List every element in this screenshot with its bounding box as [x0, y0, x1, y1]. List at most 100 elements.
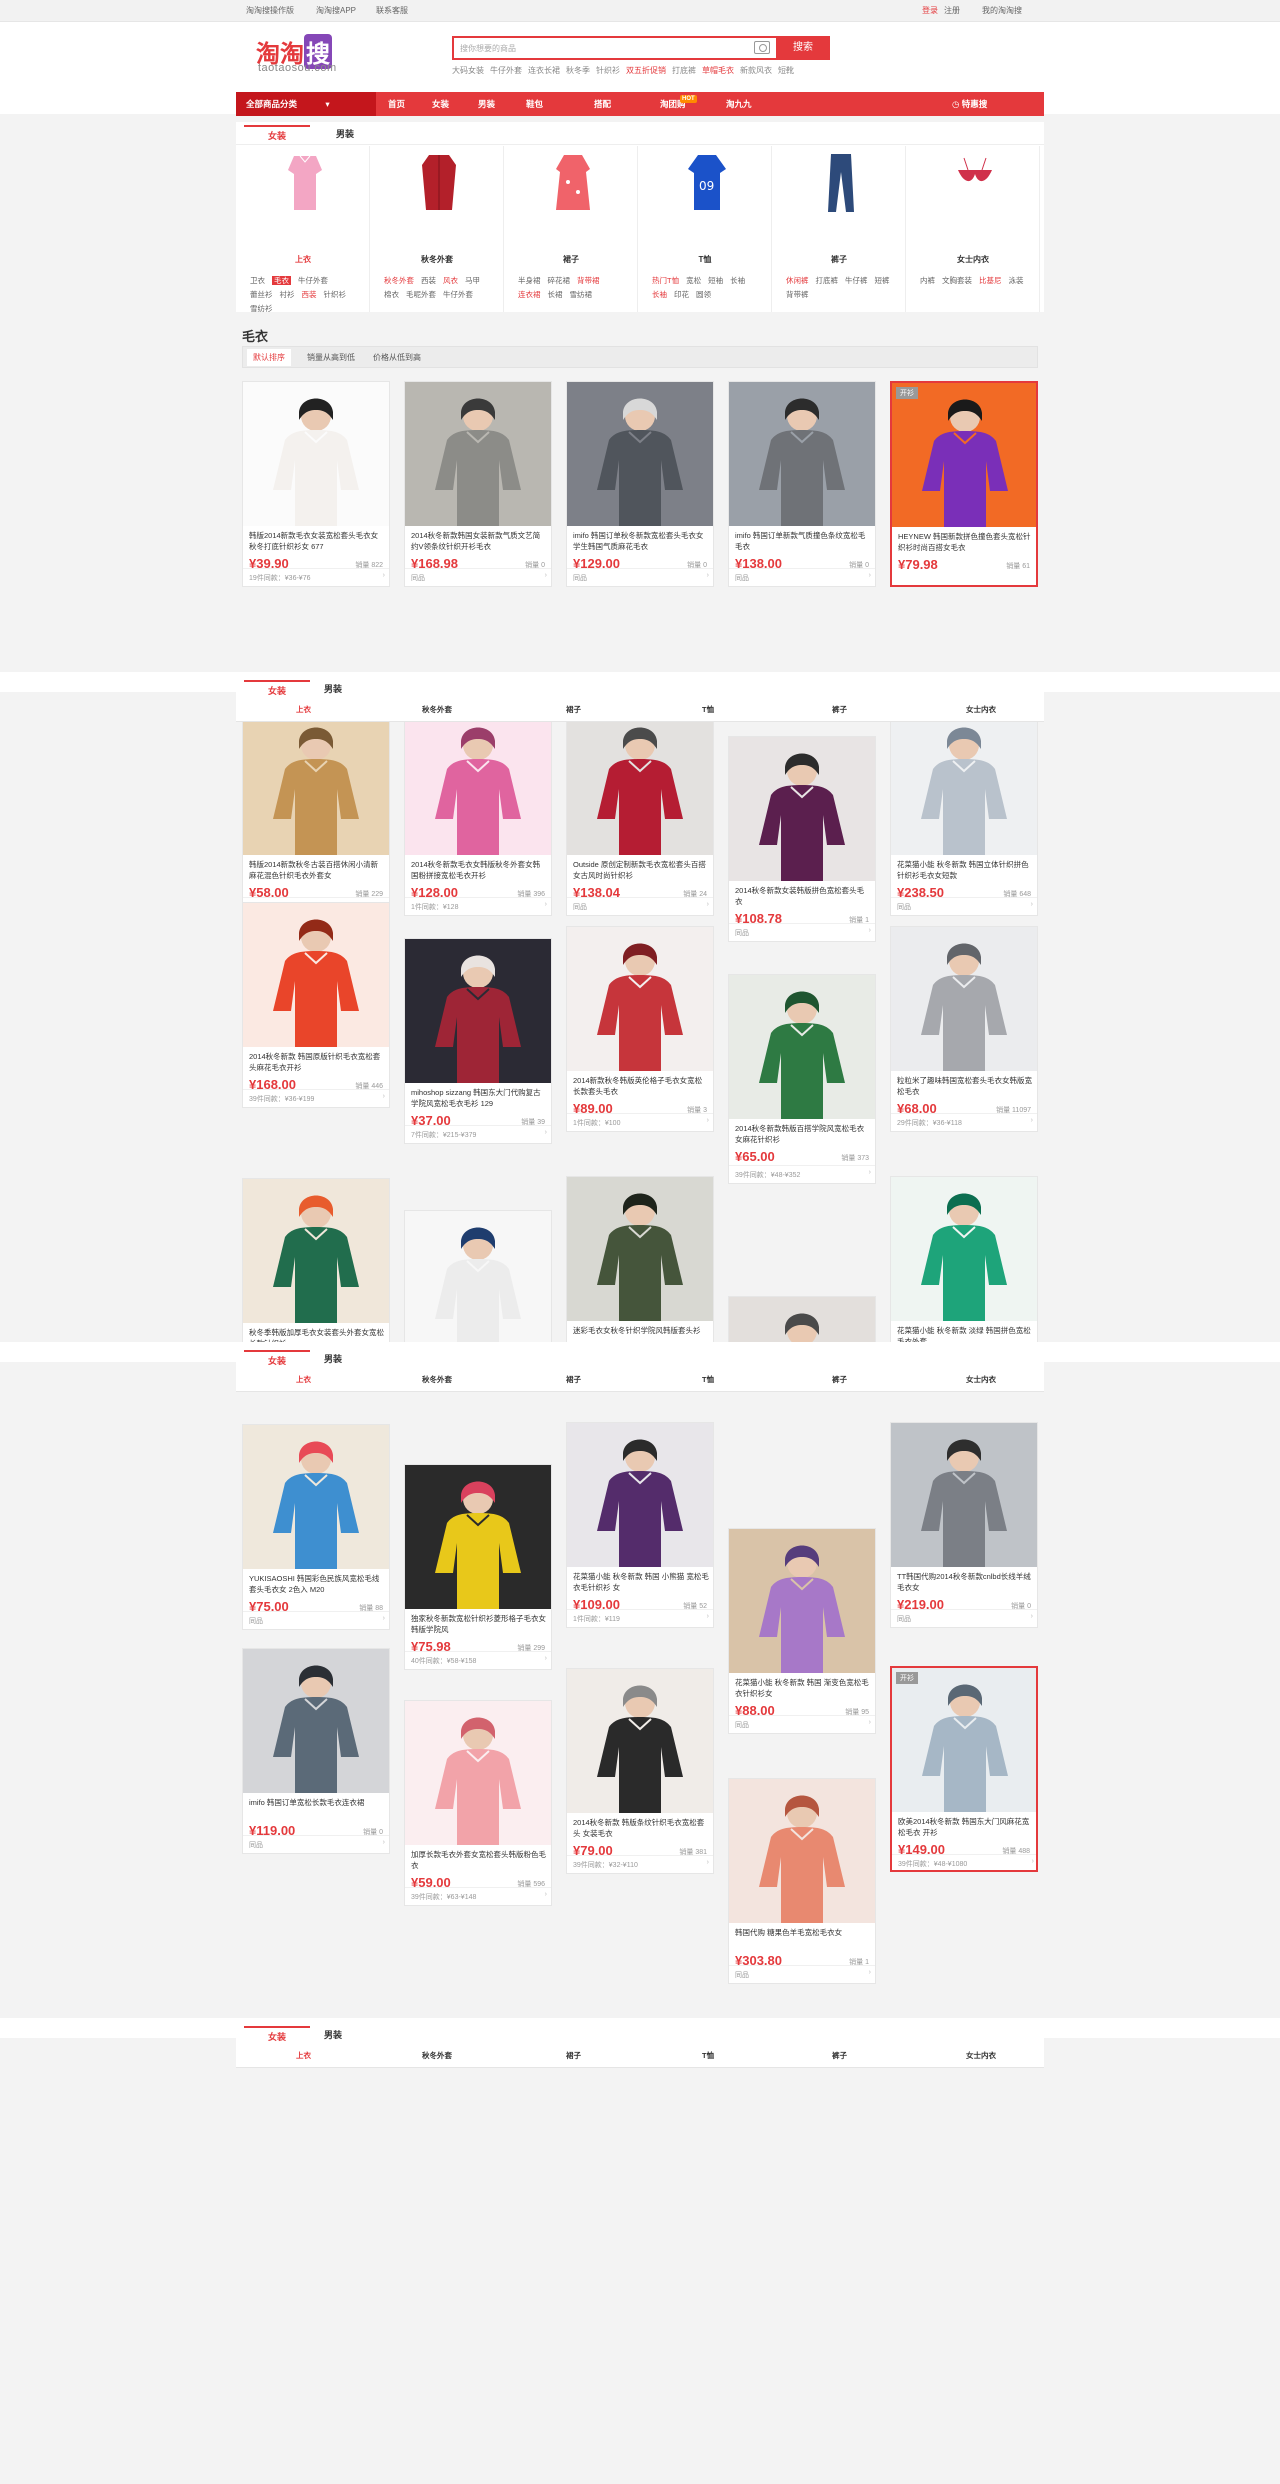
- product-image[interactable]: [405, 939, 551, 1083]
- product-title[interactable]: 2014新款秋冬韩版英伦格子毛衣女宽松长款套头毛衣: [573, 1075, 709, 1097]
- tab-men[interactable]: 男装: [300, 1350, 366, 1369]
- category-sub-link[interactable]: 棉衣: [384, 290, 399, 299]
- product-image[interactable]: [405, 711, 551, 855]
- product-card[interactable]: 花菜猫小能 秋冬新款 韩国 渐变色宽松毛衣针织衫女 ¥88.00 销量 95 同品: [728, 1528, 876, 1734]
- same-style-link[interactable]: 29件同款：¥36-¥118: [891, 1113, 1037, 1131]
- category-sub-link[interactable]: 背带裤: [786, 290, 809, 299]
- sticky-category-link[interactable]: 裤子: [832, 704, 847, 715]
- product-image[interactable]: [405, 1211, 551, 1355]
- sticky-category-link[interactable]: T恤: [702, 704, 714, 715]
- top-link[interactable]: 淘淘搜操作版: [246, 5, 294, 16]
- product-image[interactable]: [729, 1779, 875, 1923]
- product-card[interactable]: 2014秋冬新款 韩版条纹针织毛衣宽松套头 女装毛衣 ¥79.00 销量 381 39…: [566, 1668, 714, 1874]
- sort-sales[interactable]: 销量从高到低: [307, 352, 355, 363]
- sticky-category-link[interactable]: 上衣: [296, 704, 311, 715]
- same-style-link[interactable]: 1件同款：¥128: [405, 897, 551, 915]
- product-image[interactable]: [567, 382, 713, 526]
- product-image[interactable]: [892, 1668, 1036, 1812]
- category-sub-link[interactable]: 长袖: [652, 290, 667, 299]
- product-title[interactable]: 欧美2014秋冬新款 韩国东大门风麻花宽松毛衣 开衫: [898, 1816, 1034, 1838]
- product-image[interactable]: [243, 1179, 389, 1323]
- category-sub-link[interactable]: 毛呢外套: [406, 290, 436, 299]
- tab-men[interactable]: 男装: [300, 680, 366, 699]
- category-sub-link[interactable]: 比基尼: [979, 276, 1002, 285]
- category-name[interactable]: 上衣: [236, 254, 370, 265]
- product-title[interactable]: 花菜猫小能 秋冬新款 韩国 小熊猫 宽松毛衣毛针织衫 女: [573, 1571, 709, 1593]
- product-title[interactable]: 韩版2014新款毛衣女装宽松套头毛衣女秋冬打底针织衫女 677: [249, 530, 385, 552]
- product-image[interactable]: [567, 927, 713, 1071]
- product-title[interactable]: 2014秋冬新款韩版百搭学院风宽松毛衣女麻花针织衫: [735, 1123, 871, 1145]
- category-3[interactable]: 裙子 半身裙 碎花裙 背带裙连衣裙 长裙 雪纺裙: [504, 146, 638, 312]
- sticky-category-link[interactable]: 秋冬外套: [422, 2050, 452, 2061]
- same-style-link[interactable]: 同品: [891, 1609, 1037, 1627]
- product-image[interactable]: [243, 1649, 389, 1793]
- tab-men[interactable]: 男装: [312, 125, 378, 144]
- product-card[interactable]: 2014新款秋冬韩版英伦格子毛衣女宽松长款套头毛衣 ¥89.00 销量 3 1件同款：…: [566, 926, 714, 1132]
- category-name[interactable]: 女士内衣: [906, 254, 1040, 265]
- same-style-link[interactable]: 同品: [567, 897, 713, 915]
- nav-item[interactable]: 首页: [388, 98, 405, 110]
- category-sub-link[interactable]: 热门T恤: [652, 276, 679, 285]
- same-style-link[interactable]: 同品: [729, 923, 875, 941]
- nav-item[interactable]: 淘九九: [726, 98, 752, 110]
- same-style-link[interactable]: 同品: [567, 568, 713, 586]
- product-title[interactable]: 韩国代购 糖果色羊毛宽松毛衣女: [735, 1927, 871, 1949]
- category-sub-link[interactable]: 毛衣: [272, 276, 291, 285]
- category-sub-link[interactable]: 马甲: [465, 276, 480, 285]
- same-style-link[interactable]: 39件同款：¥48-¥352: [729, 1165, 875, 1183]
- product-title[interactable]: mihoshop sizzang 韩国东大门代购复古学院风宽松毛衣毛衫 129: [411, 1087, 547, 1109]
- category-sub-link[interactable]: 蕾丝衫: [250, 290, 273, 299]
- category-sub-link[interactable]: 雪纺裙: [570, 290, 593, 299]
- category-sub-link[interactable]: 雪纺衫: [250, 304, 273, 313]
- product-card[interactable]: imifo 韩国订单宽松长款毛衣连衣裙 ¥119.00 销量 0 同品: [242, 1648, 390, 1854]
- category-name[interactable]: 秋冬外套: [370, 254, 504, 265]
- same-style-link[interactable]: 同品: [729, 568, 875, 586]
- same-style-link[interactable]: 同品: [405, 568, 551, 586]
- product-image[interactable]: [243, 1425, 389, 1569]
- login-link[interactable]: 登录: [922, 5, 938, 16]
- category-sub-link[interactable]: 连衣裙: [518, 290, 541, 299]
- product-card[interactable]: imifo 韩国订单新款气质撞色条纹宽松毛毛衣 ¥138.00 销量 0 同品: [728, 381, 876, 587]
- product-card[interactable]: 加厚长款毛衣外套女宽松套头韩版粉色毛衣 ¥59.00 销量 596 39件同款：¥63…: [404, 1700, 552, 1906]
- category-sub-link[interactable]: 文胸套装: [942, 276, 972, 285]
- hot-word[interactable]: 打底裤: [672, 66, 696, 75]
- category-sub-link[interactable]: 西装: [421, 276, 436, 285]
- product-card[interactable]: 2014秋冬新款毛衣女韩版秋冬外套女韩国粉拼接宽松毛衣开衫 ¥128.00 销量 3…: [404, 710, 552, 916]
- sticky-category-link[interactable]: 女士内衣: [966, 704, 996, 715]
- category-sub-link[interactable]: 短袖: [708, 276, 723, 285]
- hot-word[interactable]: 双五折促销: [626, 66, 666, 75]
- product-title[interactable]: 2014秋冬新款韩国女装新款气质文艺简约V领条纹针织开衫毛衣: [411, 530, 547, 552]
- product-card[interactable]: 粒粒米了趣味韩国宽松套头毛衣女韩版宽松毛衣 ¥68.00 销量 11097 29件同款…: [890, 926, 1038, 1132]
- product-image[interactable]: [891, 711, 1037, 855]
- category-sub-link[interactable]: 打底裤: [816, 276, 839, 285]
- category-sub-link[interactable]: 西装: [302, 290, 317, 299]
- same-style-link[interactable]: 7件同款：¥215-¥379: [405, 1125, 551, 1143]
- fav-link[interactable]: ◷ 特惠搜: [952, 98, 987, 110]
- my-account-link[interactable]: 我的淘淘搜: [982, 5, 1022, 16]
- same-style-link[interactable]: 同品: [729, 1965, 875, 1983]
- same-style-link[interactable]: 同品: [891, 897, 1037, 915]
- sort-price[interactable]: 价格从低到高: [373, 352, 421, 363]
- same-style-link[interactable]: 39件同款：¥32-¥110: [567, 1855, 713, 1873]
- nav-item[interactable]: 女装: [432, 98, 449, 110]
- category-sub-link[interactable]: 牛仔外套: [298, 276, 328, 285]
- category-sub-link[interactable]: 针织衫: [324, 290, 347, 299]
- product-card[interactable]: 韩国代购 糖果色羊毛宽松毛衣女 ¥303.80 销量 1 同品: [728, 1778, 876, 1984]
- product-title[interactable]: 花菜猫小能 秋冬新款 韩国立体针织拼色针织衫毛衣女短款: [897, 859, 1033, 881]
- same-style-link[interactable]: 40件同款：¥58-¥158: [405, 1651, 551, 1669]
- product-title[interactable]: Outside 原创定制新款毛衣宽松套头百搭女古风时尚针织衫: [573, 859, 709, 881]
- category-name[interactable]: T恤: [638, 254, 772, 265]
- search-button[interactable]: 搜索: [776, 36, 830, 60]
- product-image[interactable]: [729, 382, 875, 526]
- category-sub-link[interactable]: 秋冬外套: [384, 276, 414, 285]
- search-input[interactable]: 搜你想要的商品: [460, 43, 516, 54]
- sticky-category-link[interactable]: T恤: [702, 2050, 714, 2061]
- all-categories-button[interactable]: 全部商品分类 ▾: [236, 92, 376, 116]
- same-style-link[interactable]: 1件同款：¥100: [567, 1113, 713, 1131]
- product-image[interactable]: [243, 382, 389, 526]
- product-card[interactable]: imifo 韩国订单秋冬新款宽松套头毛衣女学生韩国气质麻花毛衣 ¥129.00 销量…: [566, 381, 714, 587]
- product-image[interactable]: [567, 1423, 713, 1567]
- top-link[interactable]: 联系客服: [376, 5, 408, 16]
- product-title[interactable]: 2014秋冬新款女装韩版拼色宽松套头毛衣: [735, 885, 871, 907]
- sticky-category-link[interactable]: 秋冬外套: [422, 704, 452, 715]
